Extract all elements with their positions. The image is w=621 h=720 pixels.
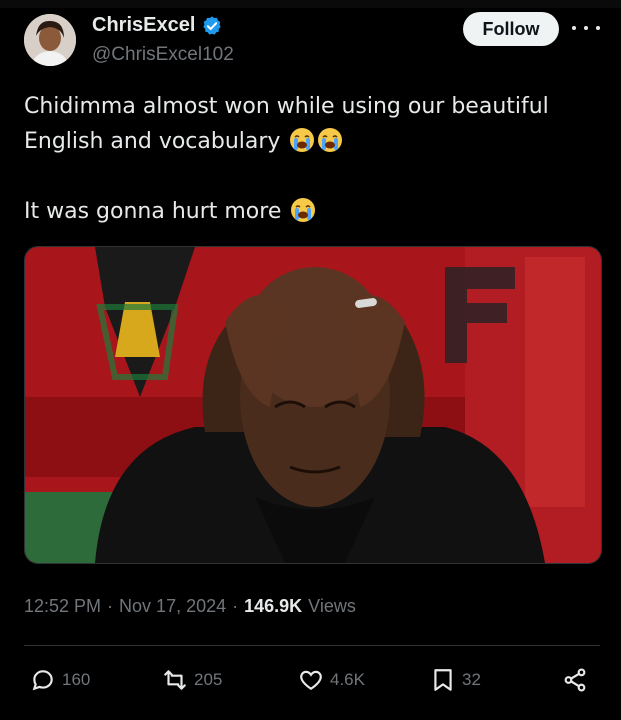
tweet-photo[interactable] xyxy=(24,246,602,564)
tweet-date[interactable]: Nov 17, 2024 xyxy=(119,596,226,617)
like-count: 4.6K xyxy=(330,670,365,689)
crying-face-emoji xyxy=(318,128,343,152)
reply-button[interactable]: 160 xyxy=(30,666,90,694)
repost-count: 205 xyxy=(194,670,223,689)
crying-face-emoji xyxy=(291,198,316,222)
crying-face-emoji xyxy=(290,128,315,152)
more-icon[interactable] xyxy=(572,20,600,36)
bookmark-icon xyxy=(434,669,452,691)
tweet-text-line-2: English and vocabulary xyxy=(24,127,343,157)
divider xyxy=(24,645,600,646)
views-count: 146.9K xyxy=(244,596,303,616)
tweet-text-line-3: It was gonna hurt more xyxy=(24,197,316,227)
like-icon xyxy=(300,670,322,690)
views-label: Views xyxy=(308,596,356,616)
reply-count: 160 xyxy=(62,670,91,689)
bookmark-count: 32 xyxy=(462,670,481,689)
separator: · xyxy=(107,596,114,616)
like-button[interactable]: 4.6K xyxy=(298,666,365,694)
author-name[interactable]: ChrisExcel xyxy=(92,14,195,37)
tweet-text-line-1: Chidimma almost won while using our beau… xyxy=(24,94,549,119)
bookmark-button[interactable]: 32 xyxy=(430,666,481,694)
share-icon xyxy=(564,668,586,692)
tweet-time[interactable]: 12:52 PM xyxy=(24,596,101,617)
reply-icon xyxy=(32,670,53,691)
author-name-row[interactable]: ChrisExcel xyxy=(92,14,223,37)
separator: · xyxy=(232,596,239,616)
tweet-metadata: 12:52 PM · Nov 17, 2024 · 146.9K Views xyxy=(24,596,356,617)
follow-button[interactable]: Follow xyxy=(463,12,559,46)
verified-badge-icon xyxy=(203,15,222,35)
previous-tweet-edge xyxy=(0,0,621,8)
avatar[interactable] xyxy=(24,14,76,66)
repost-icon xyxy=(164,670,186,690)
repost-button[interactable]: 205 xyxy=(162,666,222,694)
author-handle[interactable]: @ChrisExcel102 xyxy=(92,44,234,66)
share-button[interactable] xyxy=(562,666,588,694)
